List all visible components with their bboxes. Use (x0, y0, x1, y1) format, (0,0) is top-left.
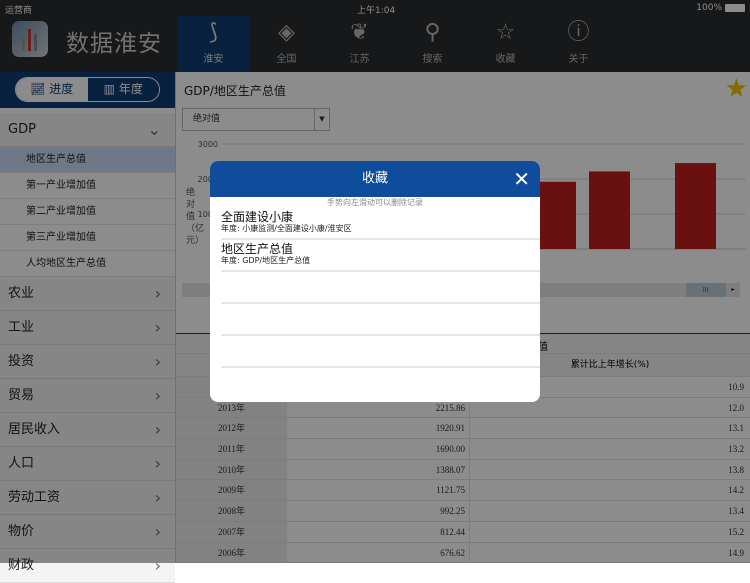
empty-row (221, 272, 540, 304)
favorites-dialog: 收藏 ✕ 手势向左滑动可以删除记录 全面建设小康 年度: 小康监测/全面建设小康/淮… (210, 161, 540, 402)
favorite-item[interactable]: 地区生产总值 年度: GDP/地区生产总值 (221, 240, 540, 272)
favorite-item[interactable]: 全面建设小康 年度: 小康监测/全面建设小康/淮安区 (221, 208, 540, 240)
close-icon[interactable]: ✕ (513, 161, 530, 197)
empty-row (221, 336, 540, 368)
swipe-hint: 手势向左滑动可以删除记录 (327, 198, 423, 207)
empty-row (221, 304, 540, 336)
dialog-title: 收藏 (361, 171, 388, 186)
